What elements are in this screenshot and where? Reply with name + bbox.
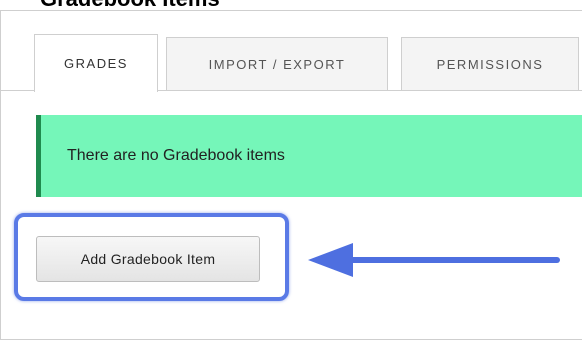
page-title: Gradebook Items <box>40 0 220 8</box>
tab-permissions[interactable]: PERMISSIONS <box>401 37 579 90</box>
add-gradebook-item-button[interactable]: Add Gradebook Item <box>36 236 260 282</box>
empty-alert: There are no Gradebook items <box>36 115 582 197</box>
tab-grades[interactable]: GRADES <box>34 34 158 92</box>
alert-message: There are no Gradebook items <box>67 147 285 164</box>
arrow-left-icon <box>308 243 560 277</box>
tab-import-export[interactable]: IMPORT / EXPORT <box>166 37 388 90</box>
